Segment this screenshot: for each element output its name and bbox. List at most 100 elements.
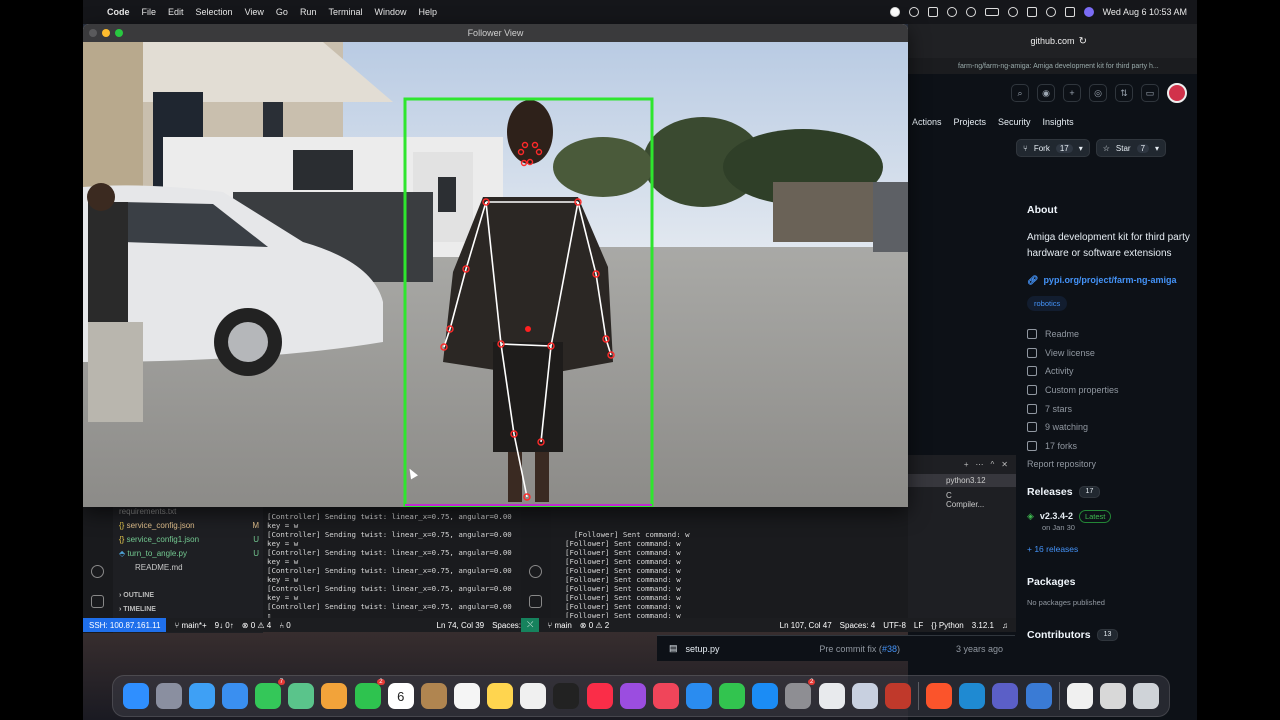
file-item[interactable]: {} service_config.json M [119, 521, 259, 530]
commit-message[interactable]: Pre commit fix (#38) [819, 644, 900, 654]
tab-actions[interactable]: Actions [912, 117, 942, 127]
url-text[interactable]: github.com [1030, 36, 1074, 46]
latest-release[interactable]: ◈ v2.3.4-2 Latest [1027, 509, 1192, 523]
screensharing-icon[interactable] [884, 683, 911, 709]
record-icon[interactable] [889, 7, 900, 17]
system-settings-icon[interactable]: 2 [785, 679, 816, 709]
license-link[interactable]: View license [1027, 344, 1192, 363]
calendar-icon[interactable]: 6 [387, 683, 414, 709]
file-row[interactable]: ▤ setup.py Pre commit fix (#38) 3 years … [657, 635, 1015, 661]
forks-link[interactable]: 17 forks [1027, 437, 1192, 456]
add-terminal-icon[interactable]: + [964, 460, 969, 469]
encoding-indicator[interactable]: UTF-8 [883, 621, 906, 630]
remote-indicator[interactable]: SSH: 100.87.161.11 [83, 618, 167, 632]
timeline-section[interactable]: › TIMELINE [119, 606, 156, 613]
chrome-icon[interactable] [818, 683, 845, 709]
menubar-clock[interactable]: Wed Aug 6 10:53 AM [1103, 7, 1187, 17]
watching-link[interactable]: 9 watching [1027, 418, 1192, 437]
bell-icon[interactable]: ♫ [1002, 621, 1008, 630]
gear-icon[interactable] [529, 595, 542, 608]
close-button[interactable] [89, 29, 97, 37]
maps-icon[interactable] [288, 683, 315, 709]
cursor-position[interactable]: Ln 107, Col 47 [780, 621, 832, 630]
freeform-icon[interactable] [520, 683, 547, 709]
browser-tab[interactable]: farm-ng/farm-ng-amiga: Amiga development… [908, 58, 1197, 74]
menu-view[interactable]: View [245, 7, 264, 17]
file-item[interactable]: README.md [135, 563, 275, 572]
ports-indicator[interactable]: ⑃ 0 [279, 621, 290, 630]
search-icon[interactable]: ⌕ [1011, 84, 1029, 102]
file-item[interactable]: ⬘ turn_to_angle.py U [119, 549, 259, 558]
python-version[interactable]: 3.12.1 [972, 621, 994, 630]
keynote-icon[interactable] [685, 683, 712, 709]
moon-icon[interactable] [946, 7, 957, 17]
close-icon[interactable]: ✕ [1001, 460, 1008, 469]
window-titlebar[interactable]: Follower View [83, 24, 908, 42]
menu-selection[interactable]: Selection [196, 7, 233, 17]
document-icon[interactable] [1066, 683, 1093, 709]
create-new-icon[interactable]: + [1063, 84, 1081, 102]
grid-icon[interactable] [927, 7, 938, 17]
sync-indicator[interactable]: 9↓ 0↑ [215, 621, 234, 630]
avatar[interactable] [1167, 83, 1187, 103]
branch-indicator[interactable]: ⑂ main [547, 621, 571, 630]
preview-icon[interactable] [851, 683, 878, 709]
menu-terminal[interactable]: Terminal [328, 7, 362, 17]
stars-link[interactable]: 7 stars [1027, 399, 1192, 418]
safari-icon[interactable] [188, 683, 215, 709]
homepage-link[interactable]: 🔗︎ pypi.org/project/farm-ng-amiga [1027, 275, 1192, 286]
photos-icon[interactable] [321, 683, 348, 709]
appstore-icon[interactable] [752, 683, 779, 709]
news-icon[interactable] [652, 683, 679, 709]
copilot-icon[interactable]: ◉ [1037, 84, 1055, 102]
remote-indicator[interactable]: ⤬ [521, 618, 540, 632]
file-item[interactable]: {} service_config1.json U [119, 535, 259, 544]
control-center-icon[interactable] [1064, 7, 1075, 17]
inbox-icon[interactable]: ▭ [1141, 84, 1159, 102]
mail-icon[interactable] [221, 683, 248, 709]
chevron-down-icon[interactable]: ▾ [1155, 144, 1159, 153]
topic-tag[interactable]: robotics [1027, 296, 1068, 311]
reload-icon[interactable]: ↻ [1079, 36, 1087, 47]
search-icon[interactable] [1045, 7, 1056, 17]
numbers-icon[interactable] [719, 683, 746, 709]
gear-icon[interactable] [91, 595, 104, 608]
terminal-tab-compiler[interactable]: C Compiler... [908, 487, 1016, 511]
wifi-icon[interactable] [1007, 7, 1018, 17]
finder-icon[interactable] [122, 683, 149, 709]
activity-link[interactable]: Activity [1027, 362, 1192, 381]
more-icon[interactable]: ⋯ [976, 460, 984, 469]
address-bar[interactable]: github.com ↻ [908, 24, 1197, 58]
launchpad-icon[interactable] [155, 683, 182, 709]
pr-link[interactable]: #38 [882, 644, 897, 654]
remote-icon[interactable] [965, 7, 976, 17]
teams-icon[interactable] [992, 683, 1019, 709]
indent-indicator[interactable]: Spaces: 4 [840, 621, 876, 630]
menu-file[interactable]: File [142, 7, 157, 17]
tv-icon[interactable] [553, 683, 580, 709]
brave-icon[interactable] [926, 683, 953, 709]
menu-help[interactable]: Help [418, 7, 437, 17]
contacts-icon[interactable] [420, 683, 447, 709]
file-name[interactable]: setup.py [686, 644, 720, 654]
terminal-controller[interactable]: [Controller] Sending twist: linear_x=0.7… [263, 505, 521, 618]
branch-indicator[interactable]: ⑂ main*+ [174, 621, 206, 630]
tab-security[interactable]: Security [998, 117, 1031, 127]
menu-go[interactable]: Go [276, 7, 288, 17]
account-icon[interactable] [529, 565, 542, 578]
zoom-button[interactable] [115, 29, 123, 37]
minimize-button[interactable] [102, 29, 110, 37]
trash-icon[interactable] [1133, 683, 1160, 709]
podcasts-icon[interactable] [619, 683, 646, 709]
maximize-icon[interactable]: ^ [991, 460, 995, 469]
quicktime-icon[interactable] [1025, 683, 1052, 709]
cursor-position[interactable]: Ln 74, Col 39 [437, 621, 485, 630]
issues-icon[interactable]: ◎ [1089, 84, 1107, 102]
menu-run[interactable]: Run [300, 7, 317, 17]
terminal-follower[interactable]: [Follower] Sent command: w [Follower] Se… [521, 505, 931, 618]
custom-properties-link[interactable]: Custom properties [1027, 381, 1192, 400]
app-menu[interactable]: Code [107, 7, 130, 17]
language-indicator[interactable]: {} Python [931, 621, 963, 630]
readme-link[interactable]: Readme [1027, 325, 1192, 344]
homepage-text[interactable]: pypi.org/project/farm-ng-amiga [1043, 275, 1176, 286]
